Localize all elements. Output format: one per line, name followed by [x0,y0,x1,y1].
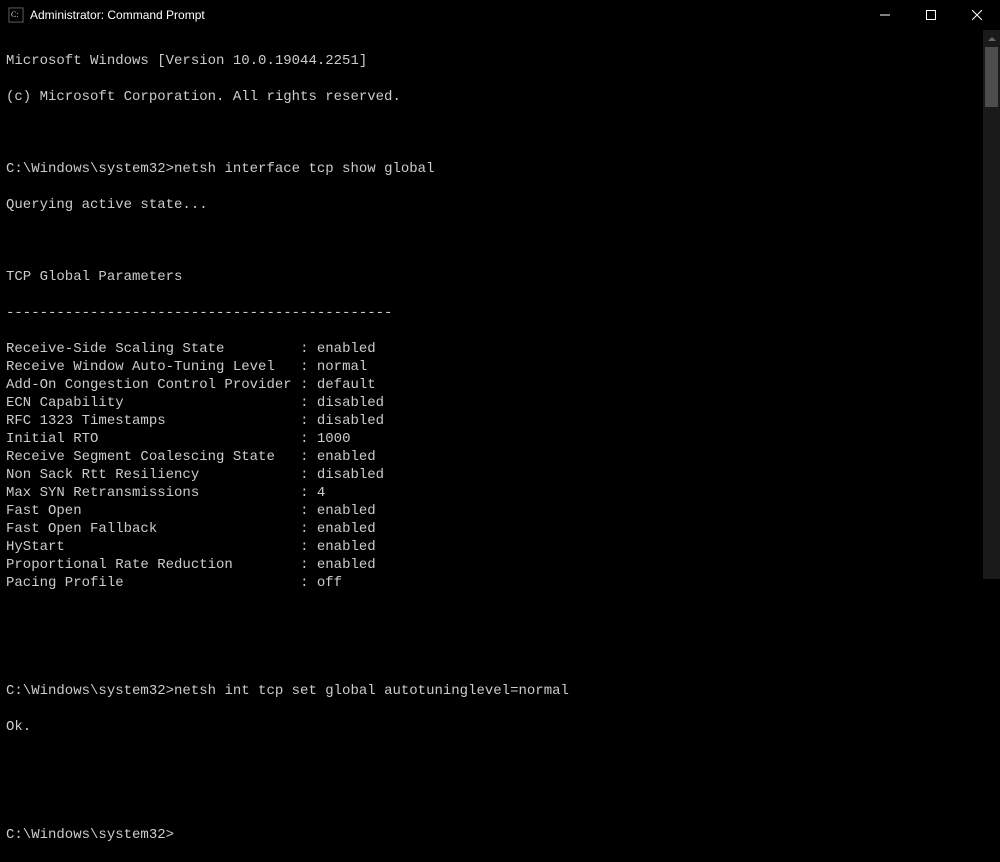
param-row: Max SYN Retransmissions : 4 [6,484,994,502]
blank-line [6,232,994,250]
param-value: 1000 [317,431,351,447]
blank-line [6,646,994,664]
param-row: Receive Window Auto-Tuning Level : norma… [6,358,994,376]
param-row: Non Sack Rtt Resiliency : disabled [6,466,994,484]
terminal-output[interactable]: Microsoft Windows [Version 10.0.19044.22… [0,30,1000,579]
colon-separator: : [300,539,317,555]
colon-separator: : [300,521,317,537]
param-row: HyStart : enabled [6,538,994,556]
param-label: Fast Open Fallback [6,521,300,537]
param-row: ECN Capability : disabled [6,394,994,412]
command-text: netsh int tcp set global autotuninglevel… [174,683,569,699]
titlebar[interactable]: C: Administrator: Command Prompt [0,0,1000,30]
param-value: default [317,377,376,393]
param-label: Pacing Profile [6,575,300,591]
param-row: Proportional Rate Reduction : enabled [6,556,994,574]
colon-separator: : [300,341,317,357]
params-list: Receive-Side Scaling State : enabledRece… [6,340,994,592]
param-label: Proportional Rate Reduction [6,557,300,573]
colon-separator: : [300,557,317,573]
param-value: enabled [317,449,376,465]
param-value: disabled [317,395,384,411]
param-label: Add-On Congestion Control Provider [6,377,300,393]
param-row: Initial RTO : 1000 [6,430,994,448]
blank-line [6,124,994,142]
param-value: disabled [317,413,384,429]
param-row: RFC 1323 Timestamps : disabled [6,412,994,430]
scrollbar-thumb[interactable] [985,47,998,107]
header-line: (c) Microsoft Corporation. All rights re… [6,88,994,106]
param-label: Initial RTO [6,431,300,447]
svg-text:C:: C: [11,10,19,19]
param-label: ECN Capability [6,395,300,411]
prompt: C:\Windows\system32> [6,161,174,177]
param-row: Receive Segment Coalescing State : enabl… [6,448,994,466]
close-button[interactable] [954,0,1000,30]
colon-separator: : [300,467,317,483]
colon-separator: : [300,449,317,465]
param-row: Pacing Profile : off [6,574,994,592]
colon-separator: : [300,575,317,591]
param-value: enabled [317,503,376,519]
command-text: netsh interface tcp show global [174,161,434,177]
param-label: Max SYN Retransmissions [6,485,300,501]
prompt: C:\Windows\system32> [6,827,174,843]
param-value: disabled [317,467,384,483]
window-controls [862,0,1000,30]
param-label: Receive-Side Scaling State [6,341,300,357]
colon-separator: : [300,485,317,501]
param-value: normal [317,359,367,375]
colon-separator: : [300,359,317,375]
section-header: TCP Global Parameters [6,268,994,286]
blank-line [6,610,994,628]
param-row: Add-On Congestion Control Provider : def… [6,376,994,394]
maximize-button[interactable] [908,0,954,30]
minimize-button[interactable] [862,0,908,30]
param-label: Receive Window Auto-Tuning Level [6,359,300,375]
param-value: enabled [317,557,376,573]
blank-line [6,790,994,808]
param-row: Fast Open : enabled [6,502,994,520]
param-label: RFC 1323 Timestamps [6,413,300,429]
colon-separator: : [300,503,317,519]
prompt: C:\Windows\system32> [6,683,174,699]
cmd-icon: C: [8,7,24,23]
param-row: Receive-Side Scaling State : enabled [6,340,994,358]
param-value: enabled [317,539,376,555]
param-label: Receive Segment Coalescing State [6,449,300,465]
result-line: Ok. [6,718,994,736]
command-line: C:\Windows\system32>netsh interface tcp … [6,160,994,178]
param-value: off [317,575,342,591]
param-value: enabled [317,341,376,357]
param-row: Fast Open Fallback : enabled [6,520,994,538]
colon-separator: : [300,395,317,411]
param-label: HyStart [6,539,300,555]
param-value: 4 [317,485,325,501]
divider: ----------------------------------------… [6,304,994,322]
param-value: enabled [317,521,376,537]
blank-line [6,754,994,772]
param-label: Fast Open [6,503,300,519]
status-line: Querying active state... [6,196,994,214]
scroll-up-arrow[interactable] [983,30,1000,47]
command-line: C:\Windows\system32> [6,826,994,844]
param-label: Non Sack Rtt Resiliency [6,467,300,483]
window-title: Administrator: Command Prompt [30,8,862,22]
colon-separator: : [300,431,317,447]
command-line: C:\Windows\system32>netsh int tcp set gl… [6,682,994,700]
header-line: Microsoft Windows [Version 10.0.19044.22… [6,52,994,70]
colon-separator: : [300,377,317,393]
scrollbar[interactable] [983,30,1000,579]
colon-separator: : [300,413,317,429]
